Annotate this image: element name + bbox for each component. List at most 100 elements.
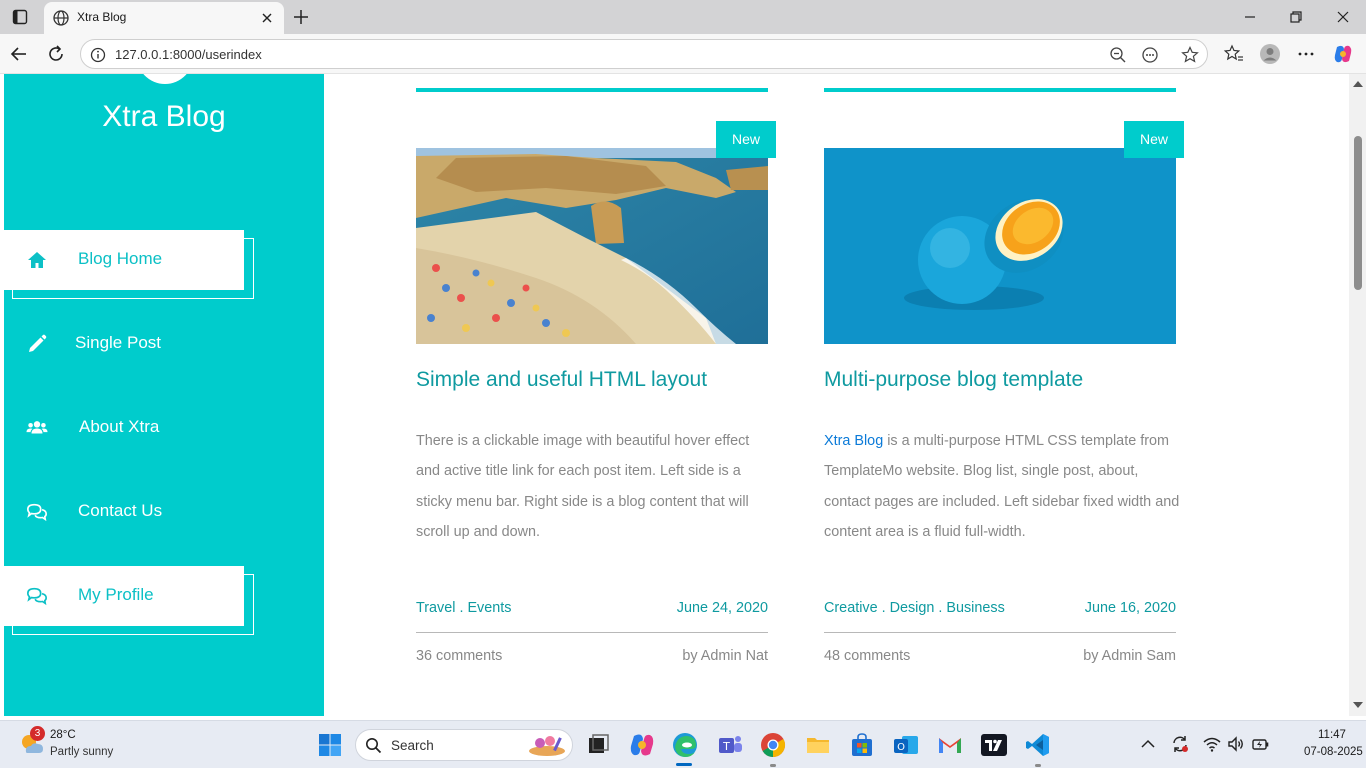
post-categories[interactable]: Travel . Events bbox=[416, 600, 511, 616]
post-excerpt: Xtra Blog is a multi-purpose HTML CSS te… bbox=[824, 426, 1184, 547]
minimize-icon[interactable] bbox=[1239, 6, 1261, 28]
nav-item-contact-us[interactable]: Contact Us bbox=[4, 482, 244, 542]
weather-description[interactable]: Partly sunny bbox=[50, 746, 113, 758]
url-text[interactable]: 127.0.0.1:8000/userindex bbox=[115, 47, 262, 62]
post-comments: 48 comments bbox=[824, 648, 911, 664]
nav-label: Single Post bbox=[75, 333, 161, 352]
gmail-icon[interactable] bbox=[936, 731, 964, 759]
restore-icon[interactable] bbox=[1285, 6, 1307, 28]
more-page-options-icon[interactable] bbox=[1140, 45, 1160, 65]
post-divider bbox=[416, 632, 768, 633]
post-title-link[interactable]: Simple and useful HTML layout bbox=[416, 368, 707, 392]
page-scrollbar[interactable] bbox=[1349, 74, 1366, 716]
copilot-icon[interactable] bbox=[1332, 43, 1354, 65]
tab-title: Xtra Blog bbox=[77, 10, 127, 24]
search-icon bbox=[366, 738, 382, 754]
post-categories[interactable]: Creative . Design . Business bbox=[824, 600, 1005, 616]
close-tab-icon[interactable] bbox=[258, 9, 276, 27]
chat-icon bbox=[27, 587, 47, 606]
clock-date[interactable]: 07-08-2025 bbox=[1304, 746, 1363, 758]
weather-alert-badge: 3 bbox=[30, 726, 45, 741]
battery-icon[interactable] bbox=[1250, 734, 1270, 754]
address-toolbar: 127.0.0.1:8000/userindex bbox=[0, 34, 1366, 74]
post-author: by Admin Sam bbox=[1083, 648, 1176, 664]
wifi-icon[interactable] bbox=[1202, 734, 1222, 754]
clock-time[interactable]: 11:47 bbox=[1318, 729, 1346, 741]
browser-tab-bar: Xtra Blog bbox=[0, 0, 1366, 34]
volume-icon[interactable] bbox=[1226, 734, 1246, 754]
post-author: by Admin Nat bbox=[682, 648, 768, 664]
post-meta: Travel . Events June 24, 2020 bbox=[416, 600, 768, 622]
scroll-thumb[interactable] bbox=[1354, 136, 1362, 290]
post-card: New Simple and useful HTML layout There … bbox=[416, 74, 776, 694]
post-date: June 16, 2020 bbox=[1084, 600, 1176, 616]
post-top-divider bbox=[824, 88, 1176, 92]
outlook-icon[interactable]: O bbox=[892, 731, 920, 759]
post-card: New Multi-purpose blog template Xtra Blo… bbox=[824, 74, 1184, 694]
chrome-icon[interactable] bbox=[759, 731, 787, 759]
sync-icon[interactable] bbox=[1170, 734, 1190, 754]
new-badge: New bbox=[716, 121, 776, 158]
search-highlight-illustration bbox=[529, 736, 565, 756]
windows-start-icon[interactable] bbox=[318, 733, 342, 757]
xtra-blog-link[interactable]: Xtra Blog bbox=[824, 433, 883, 449]
vscode-icon[interactable] bbox=[1024, 731, 1052, 759]
beach-photo bbox=[416, 148, 768, 344]
show-hidden-icons-chevron-up-icon[interactable] bbox=[1138, 734, 1158, 754]
favorites-icon[interactable] bbox=[1223, 43, 1245, 65]
profile-avatar-icon[interactable] bbox=[1259, 43, 1281, 65]
web-page: Xtra Blog Blog Home Single Post About Xt… bbox=[0, 74, 1366, 716]
refresh-icon[interactable] bbox=[45, 43, 67, 65]
post-comments: 36 comments bbox=[416, 648, 503, 664]
nav-label: Contact Us bbox=[78, 501, 163, 520]
close-window-icon[interactable] bbox=[1332, 6, 1354, 28]
nav-item-blog-home[interactable]: Blog Home bbox=[4, 230, 254, 299]
copilot-taskbar-icon[interactable] bbox=[628, 731, 656, 759]
edge-browser-icon[interactable] bbox=[671, 731, 699, 759]
post-divider bbox=[824, 632, 1176, 633]
teams-icon[interactable]: T bbox=[716, 731, 744, 759]
zoom-out-icon[interactable] bbox=[1108, 45, 1128, 65]
nav-item-single-post[interactable]: Single Post bbox=[4, 314, 244, 374]
site-info-icon[interactable] bbox=[89, 46, 107, 64]
new-tab-icon[interactable] bbox=[290, 6, 312, 28]
microsoft-store-icon[interactable] bbox=[848, 731, 876, 759]
users-icon bbox=[26, 421, 48, 434]
nav-label: About Xtra bbox=[79, 417, 160, 436]
home-icon bbox=[28, 252, 46, 268]
search-label: Search bbox=[391, 738, 434, 753]
post-image-beach[interactable] bbox=[416, 148, 768, 344]
back-icon[interactable] bbox=[8, 43, 30, 65]
site-title[interactable]: Xtra Blog bbox=[4, 100, 324, 134]
orange-photo bbox=[824, 148, 1176, 344]
new-badge: New bbox=[1124, 121, 1184, 158]
svg-text:T: T bbox=[722, 740, 730, 753]
scroll-up-arrow[interactable] bbox=[1353, 81, 1363, 87]
active-app-indicator bbox=[676, 763, 692, 766]
globe-icon bbox=[53, 10, 69, 26]
taskbar-search[interactable]: Search bbox=[355, 729, 573, 761]
windows-taskbar: 3 28°C Partly sunny Search T O 11:47 07-… bbox=[0, 720, 1366, 768]
settings-more-icon[interactable] bbox=[1295, 43, 1317, 65]
tradingview-icon[interactable] bbox=[980, 731, 1008, 759]
site-logo[interactable] bbox=[136, 74, 194, 84]
post-title-link[interactable]: Multi-purpose blog template bbox=[824, 368, 1083, 392]
tab-actions-icon[interactable] bbox=[12, 9, 28, 25]
favorite-star-icon[interactable] bbox=[1180, 45, 1200, 65]
post-excerpt-text: is a multi-purpose HTML CSS template fro… bbox=[824, 433, 1180, 540]
nav-item-about-xtra[interactable]: About Xtra bbox=[4, 398, 244, 458]
nav-item-my-profile[interactable]: My Profile bbox=[4, 566, 254, 635]
file-explorer-icon[interactable] bbox=[804, 731, 832, 759]
post-date: June 24, 2020 bbox=[676, 600, 768, 616]
scroll-down-arrow[interactable] bbox=[1353, 702, 1363, 708]
weather-temperature[interactable]: 28°C bbox=[50, 729, 76, 741]
browser-tab[interactable]: Xtra Blog bbox=[44, 2, 284, 34]
svg-text:O: O bbox=[897, 742, 905, 753]
post-image-orange[interactable] bbox=[824, 148, 1176, 344]
chat-icon bbox=[27, 503, 47, 522]
post-top-divider bbox=[416, 88, 768, 92]
url-bar[interactable]: 127.0.0.1:8000/userindex bbox=[80, 39, 1208, 69]
pencil-icon bbox=[29, 334, 47, 352]
post-footer: 36 comments by Admin Nat bbox=[416, 648, 768, 670]
task-view-icon[interactable] bbox=[584, 731, 612, 759]
